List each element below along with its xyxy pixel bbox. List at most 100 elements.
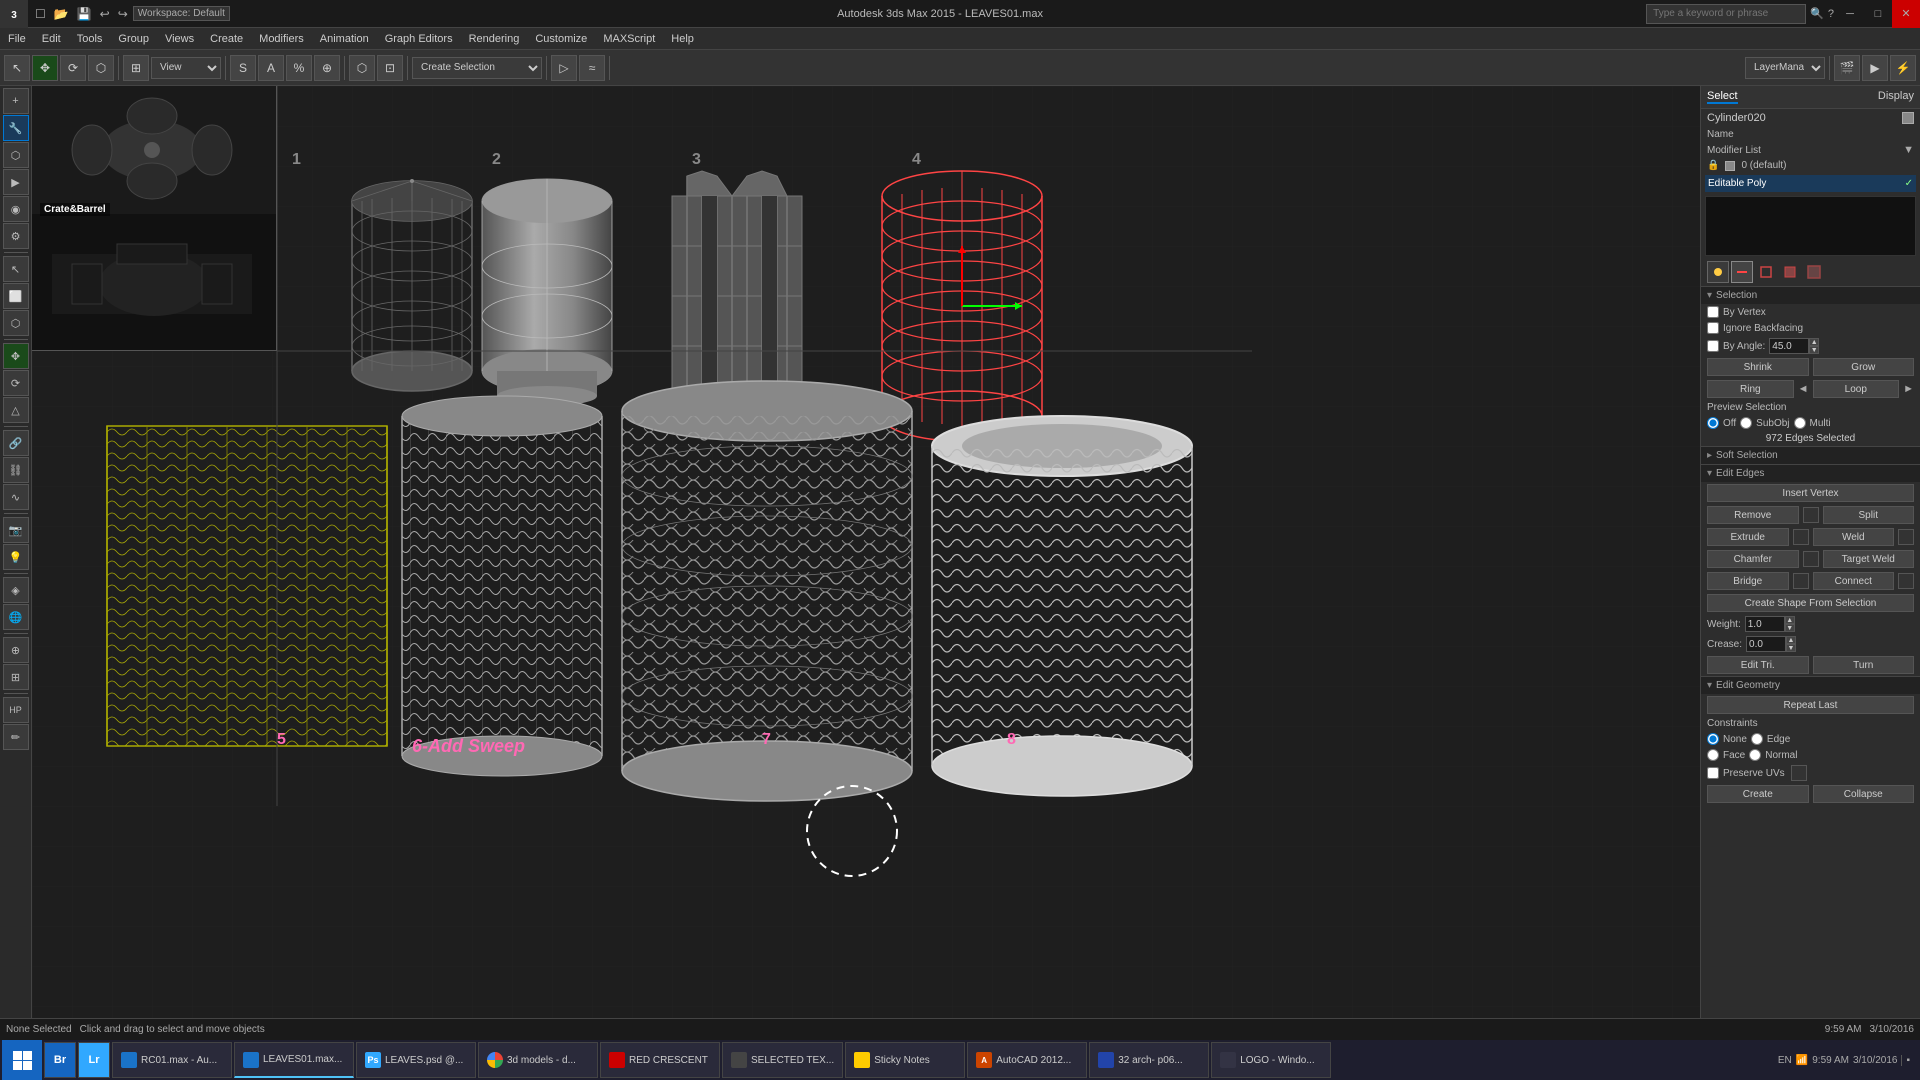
chamfer-settings[interactable] (1803, 551, 1819, 567)
preview-multi-radio[interactable] (1794, 417, 1806, 429)
menu-views[interactable]: Views (157, 31, 202, 47)
named-sel-sets[interactable]: ▷ (551, 55, 577, 81)
new-btn[interactable]: ☐ (32, 5, 49, 23)
menu-group[interactable]: Group (110, 31, 157, 47)
angle-up-arrow[interactable]: ▲ (1809, 338, 1819, 346)
extrude-settings[interactable] (1793, 529, 1809, 545)
bridge-button[interactable]: Bridge (1707, 572, 1789, 590)
utilities-mode[interactable]: ⚙ (3, 223, 29, 249)
maximize-btn[interactable]: □ (1864, 0, 1892, 28)
edge-icon[interactable] (1731, 261, 1753, 283)
taskbar-selected-tex[interactable]: SELECTED TEX... (722, 1042, 843, 1078)
vertex-icon[interactable] (1707, 261, 1729, 283)
snap-toggle[interactable]: S (230, 55, 256, 81)
loop-button[interactable]: Loop (1813, 380, 1900, 398)
menu-file[interactable]: File (0, 31, 34, 47)
bridge-settings[interactable] (1793, 573, 1809, 589)
element-icon[interactable] (1803, 261, 1825, 283)
weld-button[interactable]: Weld (1813, 528, 1895, 546)
save-btn[interactable]: 💾 (74, 5, 95, 23)
ring-spin-left[interactable]: ◄ (1798, 383, 1809, 395)
open-btn[interactable]: 📂 (51, 5, 72, 23)
constraint-normal[interactable] (1749, 749, 1761, 761)
by-angle-input[interactable] (1769, 338, 1809, 354)
taskbar-ps[interactable]: Ps LEAVES.psd @... (356, 1042, 476, 1078)
collapse-button[interactable]: Collapse (1813, 785, 1915, 803)
weight-up[interactable]: ▲ (1785, 616, 1795, 624)
taskbar-autocad[interactable]: A AutoCAD 2012... (967, 1042, 1087, 1078)
insert-vertex-button[interactable]: Insert Vertex (1707, 484, 1914, 502)
reference-coord[interactable]: ⊞ (123, 55, 149, 81)
search-input[interactable] (1646, 4, 1806, 24)
undo-btn[interactable]: ↩ (97, 5, 113, 23)
align-tool[interactable]: ⊡ (377, 55, 403, 81)
soft-selection-header[interactable]: ▸ Soft Selection (1701, 446, 1920, 464)
view-dropdown[interactable]: View (151, 57, 221, 79)
display-mode[interactable]: ◉ (3, 196, 29, 222)
taskbar-32arch[interactable]: 32 arch- p06... (1089, 1042, 1209, 1078)
rotate-tool[interactable]: ⟳ (60, 55, 86, 81)
unlink-tool[interactable]: ⛓ (3, 457, 29, 483)
light-btn[interactable]: 💡 (3, 544, 29, 570)
constraint-face[interactable] (1707, 749, 1719, 761)
taskbar-red-crescent[interactable]: RED CRESCENT (600, 1042, 720, 1078)
ignore-backfacing-checkbox[interactable] (1707, 322, 1719, 334)
modify-mode[interactable]: 🔧 (3, 115, 29, 141)
angle-down-arrow[interactable]: ▼ (1809, 346, 1819, 354)
taskbar-logo[interactable]: LOGO - Windo... (1211, 1042, 1331, 1078)
viewport[interactable]: Crate&Barrel 1 2 3 4 5 6-Add Sweep 7 8 (32, 86, 1700, 1018)
taskbar-lr[interactable]: Lr (78, 1042, 110, 1078)
connect-settings[interactable] (1898, 573, 1914, 589)
grow-button[interactable]: Grow (1813, 358, 1915, 376)
edit-geometry-header[interactable]: ▾ Edit Geometry (1701, 676, 1920, 694)
taskbar-chrome[interactable]: 3d models - d... (478, 1042, 598, 1078)
preserve-uvs-checkbox[interactable] (1707, 767, 1719, 779)
polygon-icon[interactable] (1779, 261, 1801, 283)
paint-tool[interactable]: ✏ (3, 724, 29, 750)
menu-graph-editors[interactable]: Graph Editors (377, 31, 461, 47)
preserve-uvs-settings[interactable] (1791, 765, 1807, 781)
weld-settings[interactable] (1898, 529, 1914, 545)
render-setup[interactable]: 🎬 (1834, 55, 1860, 81)
loop-spin-right[interactable]: ► (1903, 383, 1914, 395)
crease-input[interactable] (1746, 636, 1786, 652)
move-tool-left[interactable]: ✥ (3, 343, 29, 369)
remove-settings[interactable] (1803, 507, 1819, 523)
by-angle-checkbox[interactable] (1707, 340, 1719, 352)
modifier-list-arrow[interactable]: ▼ (1903, 144, 1914, 156)
tab-display[interactable]: Display (1878, 90, 1914, 104)
chamfer-button[interactable]: Chamfer (1707, 550, 1799, 568)
constraint-edge[interactable] (1751, 733, 1763, 745)
start-button[interactable] (2, 1040, 42, 1080)
obj-color-dot[interactable] (1902, 112, 1914, 124)
selection-dropdown[interactable]: Create Selection (412, 57, 542, 79)
edit-tri-button[interactable]: Edit Tri. (1707, 656, 1809, 674)
tab-select[interactable]: Select (1707, 90, 1738, 104)
border-icon[interactable] (1755, 261, 1777, 283)
preview-subobj-radio[interactable] (1740, 417, 1752, 429)
editable-poly-item[interactable]: Editable Poly ✓ (1705, 175, 1916, 192)
menu-rendering[interactable]: Rendering (461, 31, 528, 47)
search-icon[interactable]: 🔍 (1810, 7, 1824, 20)
shrink-button[interactable]: Shrink (1707, 358, 1809, 376)
repeat-last-button[interactable]: Repeat Last (1707, 696, 1914, 714)
help-icon[interactable]: ? (1828, 8, 1834, 20)
taskbar-rc01[interactable]: RC01.max - Au... (112, 1042, 232, 1078)
menu-modifiers[interactable]: Modifiers (251, 31, 312, 47)
turn-button[interactable]: Turn (1813, 656, 1915, 674)
create-button[interactable]: Create (1707, 785, 1809, 803)
target-weld-button[interactable]: Target Weld (1823, 550, 1915, 568)
weight-down[interactable]: ▼ (1785, 624, 1795, 632)
menu-maxscript[interactable]: MAXScript (595, 31, 663, 47)
constraint-none[interactable] (1707, 733, 1719, 745)
minimize-btn[interactable]: ─ (1836, 0, 1864, 28)
weight-input[interactable] (1745, 616, 1785, 632)
preview-off-radio[interactable] (1707, 417, 1719, 429)
spinner-snap[interactable]: ⊕ (314, 55, 340, 81)
material-editor[interactable]: ◈ (3, 577, 29, 603)
layer-manager[interactable]: LayerManager (1745, 57, 1825, 79)
menu-edit[interactable]: Edit (34, 31, 69, 47)
select-tool[interactable]: ↖ (4, 55, 30, 81)
menu-create[interactable]: Create (202, 31, 251, 47)
taskbar-leaves01[interactable]: LEAVES01.max... (234, 1042, 354, 1078)
